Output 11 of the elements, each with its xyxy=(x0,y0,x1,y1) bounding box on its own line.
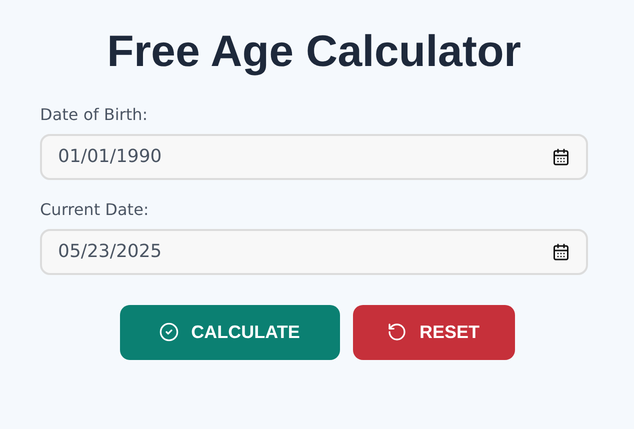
field-label: Date of Birth: xyxy=(40,104,149,124)
calculate-button[interactable]: CALCULATE xyxy=(120,304,340,360)
reset-button[interactable]: RESET xyxy=(352,304,514,360)
date-field[interactable]: 05/23/2025 xyxy=(40,228,588,275)
check-circle-icon xyxy=(159,322,180,342)
calendar-icon[interactable] xyxy=(552,242,570,261)
page-title: Free Age Calculator xyxy=(106,26,522,78)
reset-icon xyxy=(387,322,408,342)
date-field[interactable]: 01/01/1990 xyxy=(40,134,588,180)
calendar-icon[interactable] xyxy=(552,148,570,166)
field-label: Current Date: xyxy=(40,200,150,219)
